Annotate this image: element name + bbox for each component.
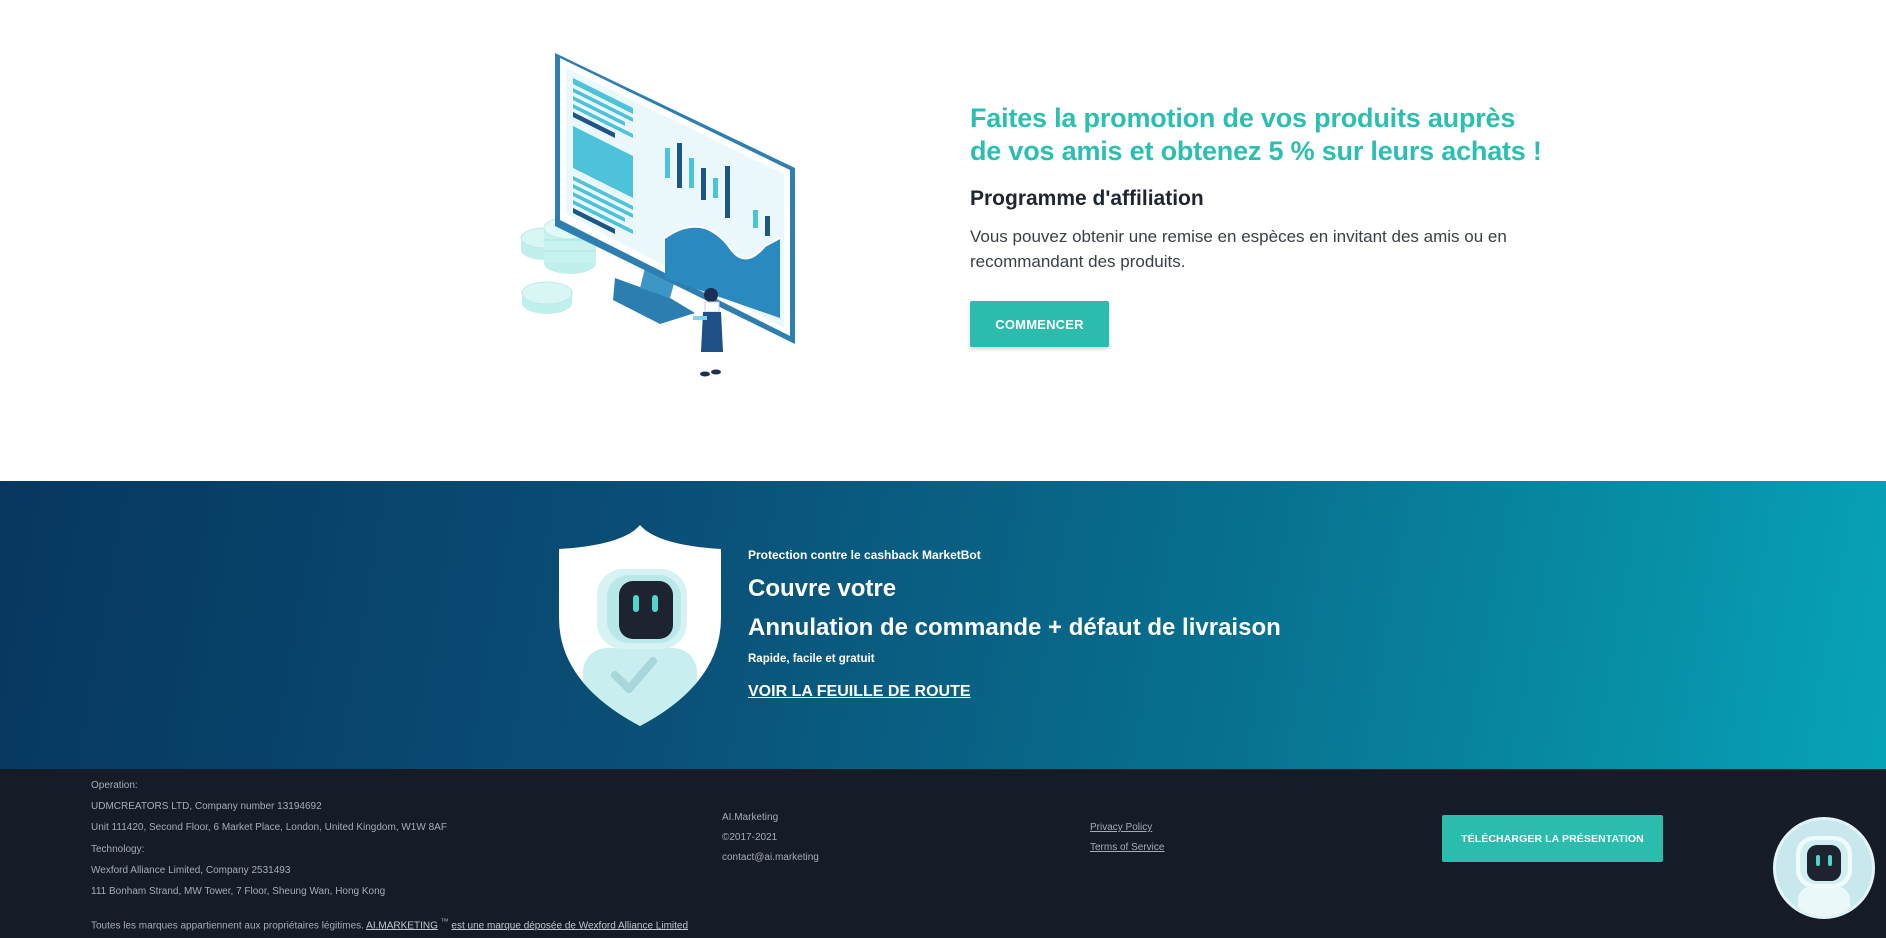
footer: Operation: UDMCREATORS LTD, Company numb… (0, 769, 1886, 938)
trademark-symbol: ™ (440, 917, 449, 926)
protection-title-line2: Annulation de commande + défaut de livra… (748, 614, 1281, 641)
privacy-policy-link[interactable]: Privacy Policy (1090, 821, 1164, 835)
protection-content: Protection contre le cashback MarketBot … (748, 547, 1281, 702)
technology-company: Wexford Alliance Limited, Company 253149… (91, 865, 291, 876)
terms-of-service-link[interactable]: Terms of Service (1090, 841, 1164, 855)
operation-company: UDMCREATORS LTD, Company number 13194692 (91, 801, 322, 812)
protection-title-line1: Couvre votre (748, 575, 897, 602)
protection-banner: Protection contre le cashback MarketBot … (0, 481, 1886, 769)
footer-company-info: Operation: UDMCREATORS LTD, Company numb… (91, 779, 447, 899)
affiliate-headline-line1: Faites la promotion de vos produits aupr… (970, 103, 1516, 133)
shield-icon (559, 525, 721, 726)
technology-address: 111 Bonham Strand, MW Tower, 7 Floor, Sh… (91, 886, 386, 897)
registered-trademark-link[interactable]: est une marque déposée de Wexford Allian… (451, 920, 688, 931)
download-presentation-button[interactable]: TÉLÉCHARGER LA PRÉSENTATION (1442, 815, 1663, 862)
affiliate-headline: Faites la promotion de vos produits aupr… (970, 102, 1570, 168)
commencer-button[interactable]: COMMENCER (970, 301, 1109, 347)
affiliate-content: Faites la promotion de vos produits aupr… (970, 102, 1570, 347)
affiliate-illustration (520, 53, 795, 377)
affiliate-description: Vous pouvez obtenir une remise en espèce… (970, 227, 1507, 271)
technology-label: Technology: (91, 844, 145, 855)
operation-label: Operation: (91, 780, 138, 791)
footer-brand: AI.Marketing ©2017-2021 contact@ai.marke… (722, 811, 819, 865)
legal-prefix: Toutes les marques appartiennent aux pro… (91, 920, 364, 932)
robot-icon (1796, 836, 1852, 916)
contact-email: contact@ai.marketing (722, 852, 819, 863)
protection-note: Rapide, facile et gratuit (748, 653, 875, 665)
affiliate-subtitle: Programme d'affiliation (970, 187, 1204, 210)
legal-notice: Toutes les marques appartiennent aux pro… (91, 915, 688, 933)
footer-links: Privacy Policy Terms of Service (1090, 821, 1164, 861)
brand-name: AI.Marketing (722, 812, 779, 823)
operation-address: Unit 111420, Second Floor, 6 Market Plac… (91, 822, 447, 833)
protection-kicker: Protection contre le cashback MarketBot (748, 548, 981, 562)
affiliate-section: Faites la promotion de vos produits aupr… (0, 0, 1886, 481)
ai-marketing-link[interactable]: AI.MARKETING (366, 920, 438, 931)
roadmap-link[interactable]: VOIR LA FEUILLE DE ROUTE (748, 682, 971, 702)
affiliate-headline-line2: de vos amis et obtenez 5 % sur leurs ach… (970, 136, 1542, 166)
chatbot-widget[interactable] (1773, 817, 1875, 919)
copyright: ©2017-2021 (722, 832, 778, 843)
